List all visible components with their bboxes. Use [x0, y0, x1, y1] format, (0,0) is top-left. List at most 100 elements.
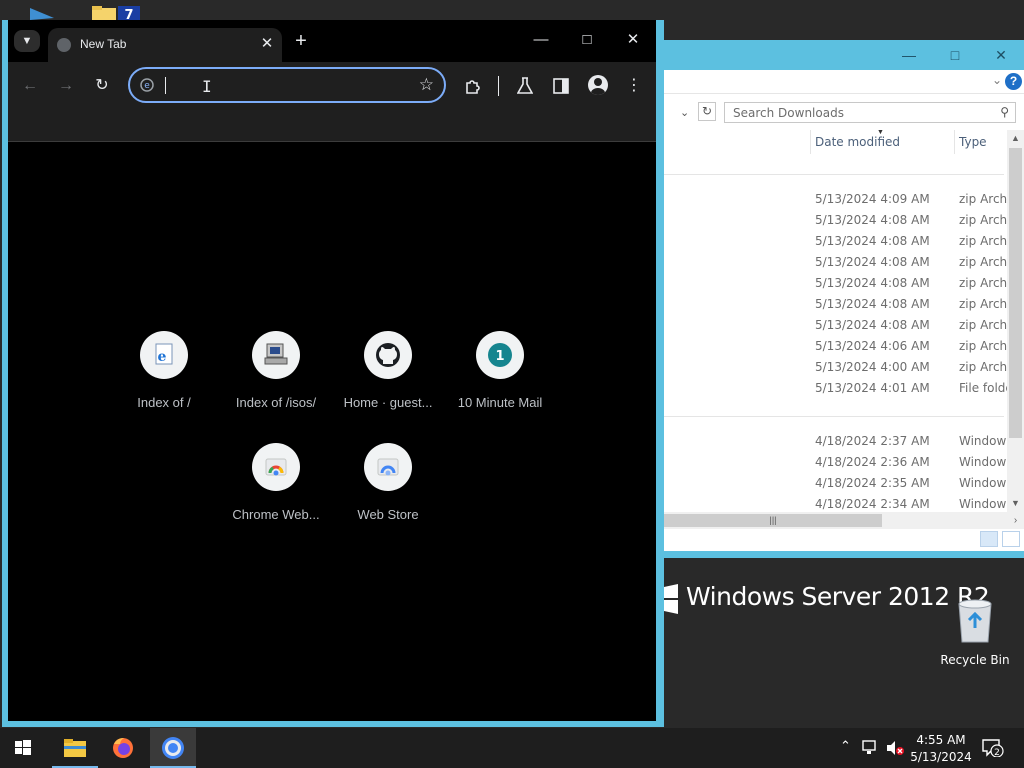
puzzle-icon — [466, 80, 480, 94]
firefox-icon — [113, 737, 133, 758]
list-item[interactable]: 5/13/2024 4:08 AM zip Archive — [664, 231, 1024, 252]
column-header-type[interactable]: Type — [959, 130, 987, 154]
list-item[interactable]: 4/18/2024 2:37 AM Windows — [664, 431, 1013, 452]
scrollbar-thumb[interactable]: ||| — [664, 514, 882, 527]
vertical-scrollbar[interactable]: ▲ ▼ — [1007, 130, 1024, 512]
shortcut-tile[interactable]: Index of /isos/ — [220, 331, 332, 410]
text-caret — [165, 77, 166, 94]
close-button[interactable]: ✕ — [978, 40, 1024, 70]
more-vert-icon: ⋮ — [626, 77, 642, 94]
new-tab-button[interactable]: + — [290, 30, 312, 52]
taskbar-clock[interactable]: 4:55 AM 5/13/2024 — [906, 732, 976, 766]
windows-start-icon — [15, 740, 31, 755]
list-item[interactable]: 4/18/2024 2:36 AM Windows — [664, 452, 1013, 473]
clock-date: 5/13/2024 — [910, 750, 972, 764]
list-item[interactable]: 4/18/2024 2:35 AM Windows — [664, 473, 1013, 494]
list-item[interactable]: 5/13/2024 4:08 AM zip Archive — [664, 315, 1024, 336]
details-view-icon[interactable] — [980, 531, 998, 547]
address-input[interactable] — [164, 75, 404, 95]
list-item[interactable]: 5/13/2024 4:06 AM zip Archive — [664, 336, 1024, 357]
tab-search-button[interactable]: ▼ — [14, 30, 40, 52]
scrollbar-thumb[interactable] — [1009, 148, 1022, 438]
github-icon — [376, 343, 400, 367]
search-input[interactable] — [725, 103, 985, 122]
desktop-shortcut-icon[interactable] — [30, 4, 54, 20]
address-bar[interactable]: e I ☆ — [128, 67, 446, 103]
shortcut-tile[interactable]: e Index of / — [108, 331, 220, 410]
shortcut-tile[interactable]: Home · guest... — [332, 331, 444, 410]
explorer-search-box[interactable]: ⚲ — [724, 102, 1016, 123]
forward-button[interactable]: → — [53, 73, 79, 99]
list-item[interactable]: 5/13/2024 4:08 AM zip Archive — [664, 294, 1024, 315]
file-explorer-window[interactable]: — □ ✕ ⌄ ? ⌄ ↻ ⚲ ▼ Date modified Type 5/1… — [662, 40, 1024, 558]
list-item[interactable]: 5/13/2024 4:08 AM zip Archive — [664, 210, 1024, 231]
shortcut-tile[interactable]: Web Store — [332, 443, 444, 522]
extensions-button[interactable] — [460, 73, 486, 99]
scroll-right-icon[interactable]: › — [1007, 512, 1024, 529]
side-panel-button[interactable] — [548, 73, 574, 99]
list-item[interactable]: 5/13/2024 4:08 AM zip Archive — [664, 252, 1024, 273]
new-tab-page: e Index of / Index of /isos/ Home · gues… — [8, 142, 656, 721]
shortcut-label: Chrome Web... — [232, 507, 320, 522]
action-center-icon[interactable]: 2 — [982, 739, 1004, 757]
minimize-icon: — — [533, 31, 549, 48]
svg-text:e: e — [158, 349, 167, 365]
shortcut-label: Index of / — [137, 395, 191, 410]
tab-close-icon[interactable]: ✕ — [258, 35, 276, 53]
large-icons-view-icon[interactable] — [1002, 531, 1020, 547]
list-item[interactable]: 4/18/2024 2:34 AM Windows — [664, 494, 1013, 512]
taskbar-file-explorer[interactable] — [52, 728, 98, 768]
shortcut-label: Web Store — [357, 507, 419, 522]
list-item[interactable]: 5/13/2024 4:08 AM zip Archive — [664, 273, 1024, 294]
profile-avatar-icon[interactable] — [588, 75, 608, 95]
maximize-button[interactable]: □ — [572, 28, 602, 52]
volume-muted-icon[interactable] — [885, 740, 905, 756]
file-list[interactable]: ▼ Date modified Type 5/13/2024 4:09 AM zi… — [664, 130, 1024, 512]
tab-new-tab[interactable]: New Tab ✕ — [48, 28, 282, 62]
taskbar-chrome[interactable] — [150, 728, 196, 768]
plus-icon: + — [295, 30, 307, 52]
help-icon[interactable]: ? — [1005, 73, 1022, 90]
recycle-bin[interactable]: Recycle Bin — [940, 598, 1010, 667]
labs-button[interactable] — [512, 73, 538, 99]
address-dropdown-icon[interactable]: ⌄ — [680, 106, 689, 119]
shortcut-tile[interactable]: 1 10 Minute Mail — [444, 331, 556, 410]
network-icon[interactable] — [862, 740, 880, 756]
horizontal-scrollbar[interactable]: ||| › — [664, 512, 1024, 529]
maximize-button[interactable]: □ — [932, 40, 978, 70]
search-icon[interactable]: ⚲ — [1000, 105, 1009, 119]
recycle-bin-icon — [958, 599, 992, 643]
flask-icon — [516, 77, 534, 94]
back-button[interactable]: ← — [17, 73, 43, 99]
maximize-icon: □ — [950, 47, 960, 63]
list-item[interactable]: 5/13/2024 4:00 AM zip Archive — [664, 357, 1024, 378]
chrome-window[interactable]: ▼ New Tab ✕ + — □ ✕ ← → ↻ e I ☆ ⋮ e Inde… — [2, 20, 664, 727]
reload-icon: ↻ — [95, 77, 109, 94]
scroll-down-icon[interactable]: ▼ — [1007, 495, 1024, 512]
shortcut-tile[interactable]: Chrome Web... — [220, 443, 332, 522]
reload-button[interactable]: ↻ — [89, 73, 115, 99]
site-info-icon[interactable]: e — [139, 77, 155, 93]
close-button[interactable]: ✕ — [618, 28, 648, 52]
show-hidden-icons-icon[interactable]: ⌃ — [840, 738, 851, 754]
tab-strip[interactable]: ▼ New Tab ✕ + — □ ✕ — [8, 20, 656, 62]
column-header-date-modified[interactable]: Date modified — [815, 130, 900, 154]
start-button[interactable] — [0, 728, 46, 768]
explorer-titlebar[interactable]: — □ ✕ — [662, 40, 1024, 70]
svg-text:e: e — [144, 81, 150, 91]
scroll-up-icon[interactable]: ▲ — [1007, 130, 1024, 147]
taskbar: ⌃ 4:55 AM 5/13/2024 2 — [0, 728, 1024, 768]
old-computer-icon — [264, 343, 288, 365]
chrome-icon — [162, 737, 184, 759]
minimize-button[interactable]: — — [886, 40, 932, 70]
folder-icon — [64, 739, 86, 757]
refresh-icon[interactable]: ↻ — [698, 102, 716, 121]
menu-button[interactable]: ⋮ — [621, 73, 647, 99]
list-item[interactable]: 5/13/2024 4:09 AM zip Archive — [664, 189, 1024, 210]
windows-logo-icon — [664, 584, 678, 614]
list-item[interactable]: 5/13/2024 4:01 AM File folder — [664, 378, 1018, 399]
bookmark-star-icon[interactable]: ☆ — [419, 75, 434, 95]
chevron-down-icon[interactable]: ⌄ — [992, 73, 1002, 87]
minimize-button[interactable]: — — [526, 28, 556, 52]
taskbar-firefox[interactable] — [100, 728, 146, 768]
